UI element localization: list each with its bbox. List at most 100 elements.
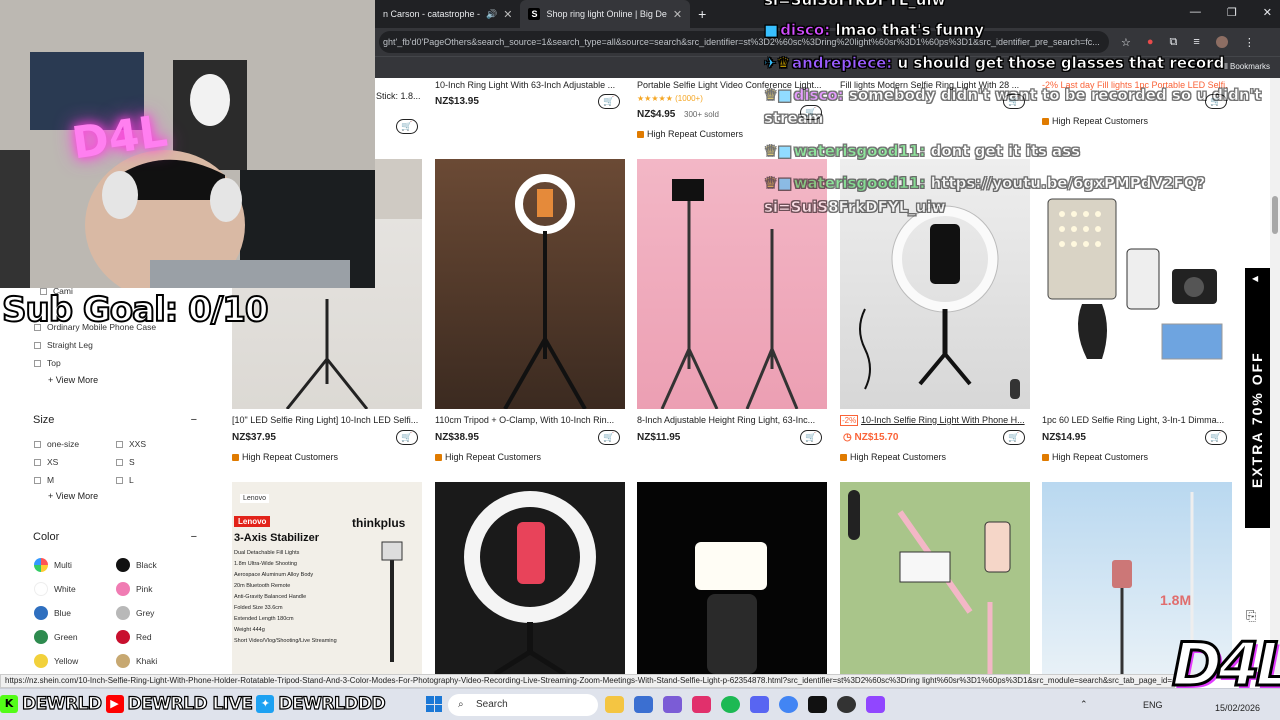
collapse-icon[interactable]: −: [191, 531, 197, 543]
add-to-cart-button[interactable]: 🛒: [1003, 430, 1025, 445]
filter-option[interactable]: Top: [34, 358, 61, 368]
product-name[interactable]: 10-Inch Ring Light With 63-Inch Adjustab…: [435, 80, 621, 90]
khaki-swatch[interactable]: [116, 654, 130, 668]
extension-badge-icon[interactable]: ●: [1147, 36, 1154, 48]
blue-swatch[interactable]: [34, 606, 48, 620]
browser-tab[interactable]: n Carson - catastrophe - 🔊 ✕: [375, 0, 520, 28]
product-name[interactable]: 110cm Tripod + O-Clamp, With 10-Inch Rin…: [435, 415, 621, 425]
url-field[interactable]: ght'_fb'd0'PageOthers&search_source=1&se…: [379, 31, 1109, 53]
color-option[interactable]: Red: [116, 630, 152, 644]
obs-icon[interactable]: [837, 696, 856, 713]
tray-chevron-icon[interactable]: ⌃: [1080, 699, 1088, 710]
yellow-swatch[interactable]: [34, 654, 48, 668]
product-name[interactable]: Stick: 1.8...: [376, 91, 424, 101]
app-icon[interactable]: [663, 696, 682, 713]
color-option[interactable]: Khaki: [116, 654, 157, 668]
playlist-icon[interactable]: ≡: [1193, 36, 1199, 48]
taskbar-search[interactable]: ⌕ Search: [448, 694, 598, 716]
spotify-icon[interactable]: [721, 696, 740, 713]
product-image[interactable]: [637, 482, 827, 674]
pink-swatch[interactable]: [116, 582, 130, 596]
size-option[interactable]: L: [116, 475, 134, 485]
size-option[interactable]: XXS: [116, 439, 146, 449]
pc-app-icon[interactable]: [808, 696, 827, 713]
product-name[interactable]: 10-Inch Selfie Ring Light With Phone H..…: [861, 415, 1027, 425]
store-icon[interactable]: [634, 696, 653, 713]
view-more-link[interactable]: + View More: [48, 491, 98, 501]
color-option[interactable]: Multi: [34, 558, 72, 572]
size-option[interactable]: XS: [34, 457, 58, 467]
minimize-icon[interactable]: —: [1190, 6, 1201, 19]
checkbox[interactable]: [34, 359, 41, 367]
multi-swatch[interactable]: [34, 558, 48, 572]
size-option[interactable]: S: [116, 457, 135, 467]
color-filter-header[interactable]: Color −: [33, 531, 197, 543]
black-swatch[interactable]: [116, 558, 130, 572]
close-tab-icon[interactable]: ✕: [503, 8, 512, 21]
size-filter-header[interactable]: Size −: [33, 414, 197, 426]
close-window-icon[interactable]: ✕: [1263, 6, 1272, 19]
checkbox[interactable]: [116, 458, 123, 466]
twitch-icon[interactable]: [866, 696, 885, 713]
product-image[interactable]: [1042, 159, 1232, 409]
windows-start-icon[interactable]: [426, 696, 442, 712]
discord-icon[interactable]: [750, 696, 769, 713]
menu-icon[interactable]: ⋮: [1244, 36, 1255, 49]
profile-avatar-icon[interactable]: [1215, 36, 1228, 48]
product-image[interactable]: [435, 482, 625, 674]
size-option[interactable]: M: [34, 475, 54, 485]
bookmark-star-icon[interactable]: ☆: [1121, 36, 1131, 49]
product-image[interactable]: [435, 159, 625, 409]
product-name[interactable]: 8-Inch Adjustable Height Ring Light, 63-…: [637, 415, 823, 425]
instagram-icon[interactable]: [692, 696, 711, 713]
extra-discount-banner[interactable]: ◀ EXTRA 70% OFF: [1245, 268, 1270, 528]
color-option[interactable]: Grey: [116, 606, 154, 620]
close-tab-icon[interactable]: ✕: [673, 8, 682, 21]
red-swatch[interactable]: [116, 630, 130, 644]
green-swatch[interactable]: [34, 630, 48, 644]
add-to-cart-button[interactable]: 🛒: [396, 119, 418, 134]
speaker-icon[interactable]: 🔊: [486, 9, 497, 20]
feedback-icon[interactable]: ⎘: [1246, 608, 1256, 624]
extensions-icon[interactable]: ⧉: [1170, 36, 1178, 49]
checkbox[interactable]: [34, 458, 41, 466]
all-bookmarks-button[interactable]: All Bookmarks: [1219, 62, 1270, 71]
add-to-cart-button[interactable]: 🛒: [598, 430, 620, 445]
checkbox[interactable]: [116, 440, 123, 448]
color-option[interactable]: Blue: [34, 606, 71, 620]
color-option[interactable]: Green: [34, 630, 78, 644]
checkbox[interactable]: [116, 476, 123, 484]
white-swatch[interactable]: [34, 582, 48, 596]
checkbox[interactable]: [34, 440, 41, 448]
file-explorer-icon[interactable]: [605, 696, 624, 713]
product-image[interactable]: [840, 482, 1030, 674]
grey-swatch[interactable]: [116, 606, 130, 620]
scrollbar-thumb[interactable]: [1272, 196, 1278, 234]
color-option[interactable]: White: [34, 582, 76, 596]
add-to-cart-button[interactable]: 🛒: [396, 430, 418, 445]
product-image[interactable]: [840, 159, 1030, 409]
add-to-cart-button[interactable]: 🛒: [800, 430, 822, 445]
color-option[interactable]: Yellow: [34, 654, 78, 668]
add-to-cart-button[interactable]: 🛒: [1205, 430, 1227, 445]
checkbox[interactable]: [34, 476, 41, 484]
product-image[interactable]: [637, 159, 827, 409]
product-name[interactable]: 1pc 60 LED Selfie Ring Light, 3-In-1 Dim…: [1042, 415, 1228, 425]
view-more-link[interactable]: + View More: [48, 375, 98, 385]
language-indicator[interactable]: ENG: [1143, 700, 1163, 710]
collapse-icon[interactable]: −: [191, 414, 197, 426]
product-image[interactable]: Lenovo Lenovo thinkplus 3-Axis Stabilize…: [232, 482, 422, 674]
new-tab-button[interactable]: +: [698, 6, 706, 22]
checkbox[interactable]: [34, 341, 41, 349]
color-option[interactable]: Black: [116, 558, 157, 572]
size-option[interactable]: one-size: [34, 439, 79, 449]
browser-tab-active[interactable]: S Shop ring light Online | Big De ✕: [520, 0, 691, 28]
restore-icon[interactable]: ❐: [1227, 6, 1237, 19]
chrome-icon[interactable]: [779, 696, 798, 713]
filter-option[interactable]: Straight Leg: [34, 340, 93, 350]
add-to-cart-button[interactable]: 🛒: [598, 94, 620, 109]
product-name[interactable]: [10" LED Selfie Ring Light] 10-Inch LED …: [232, 415, 418, 425]
color-option[interactable]: Pink: [116, 582, 153, 596]
arrow-left-icon[interactable]: ◀: [1252, 274, 1258, 283]
page-scrollbar[interactable]: [1270, 78, 1280, 674]
